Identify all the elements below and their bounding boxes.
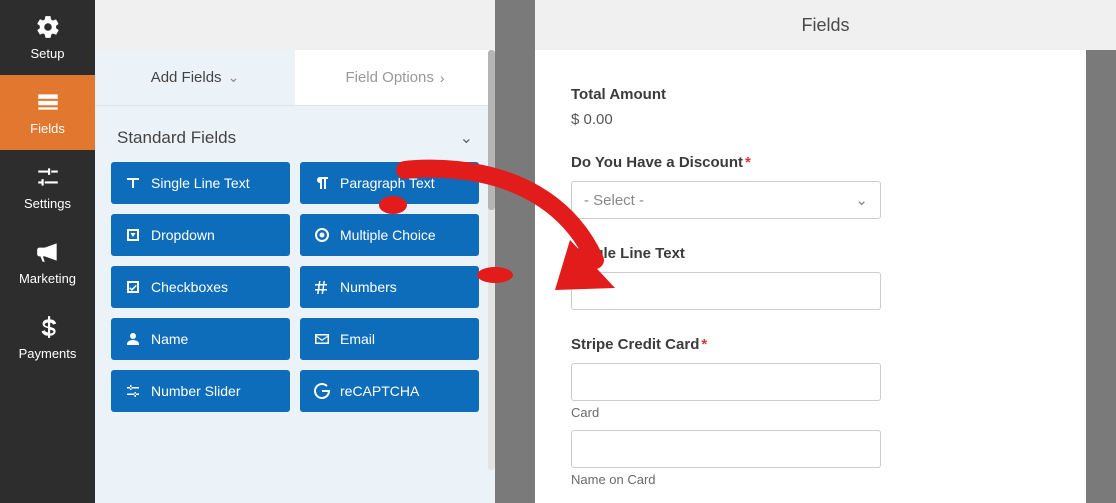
discount-label: Do You Have a Discount*: [571, 154, 1050, 171]
discount-select[interactable]: - Select - ⌄: [571, 181, 881, 219]
hash-icon: [314, 279, 330, 295]
bullhorn-icon: [35, 239, 61, 265]
total-amount-value: $ 0.00: [571, 111, 1050, 128]
user-icon: [125, 331, 141, 347]
field-btn-label: Numbers: [340, 279, 397, 295]
sidebar-item-marketing[interactable]: Marketing: [0, 225, 95, 300]
field-email[interactable]: Email: [300, 318, 479, 360]
field-checkboxes[interactable]: Checkboxes: [111, 266, 290, 308]
sidebar-item-label: Fields: [30, 121, 65, 136]
section-standard-fields[interactable]: Standard Fields ⌄: [95, 106, 495, 162]
tab-add-fields-label: Add Fields: [151, 69, 222, 86]
preview-pane: Fields Total Amount $ 0.00 Do You Have a…: [535, 0, 1116, 503]
field-btn-label: Checkboxes: [151, 279, 228, 295]
list-icon: [35, 89, 61, 115]
sidebar-item-label: Marketing: [19, 271, 76, 286]
checkbox-icon: [125, 279, 141, 295]
dollar-icon: [35, 314, 61, 340]
single-line-text-label: Single Line Text: [571, 245, 1050, 262]
required-asterisk: *: [745, 154, 751, 171]
radio-icon: [314, 227, 330, 243]
field-single-line-text[interactable]: Single Line Text: [111, 162, 290, 204]
field-btn-label: Single Line Text: [151, 175, 250, 191]
field-btn-label: Name: [151, 331, 188, 347]
tab-field-options[interactable]: Field Options ›: [295, 50, 495, 105]
panel-tabs: Add Fields ⌄ Field Options ›: [95, 50, 495, 106]
builder-panel: Add Fields ⌄ Field Options › Standard Fi…: [95, 0, 495, 503]
preview-card: Total Amount $ 0.00 Do You Have a Discou…: [535, 50, 1086, 503]
required-asterisk: *: [701, 336, 707, 353]
envelope-icon: [314, 331, 330, 347]
field-btn-label: Multiple Choice: [340, 227, 436, 243]
field-btn-label: Email: [340, 331, 375, 347]
chevron-down-icon: ⌄: [460, 128, 473, 148]
scrollbar[interactable]: [488, 50, 495, 470]
field-grid: Single Line Text Paragraph Text Dropdown…: [95, 162, 495, 428]
sidebar: Setup Fields Settings Marketing Payments: [0, 0, 95, 503]
field-numbers[interactable]: Numbers: [300, 266, 479, 308]
sidebar-item-label: Settings: [24, 196, 71, 211]
name-on-card-input[interactable]: [571, 430, 881, 468]
sliders-mini-icon: [125, 383, 141, 399]
panel-top-spacer: [95, 0, 495, 50]
field-number-slider[interactable]: Number Slider: [111, 370, 290, 412]
stripe-label: Stripe Credit Card*: [571, 336, 1050, 353]
sidebar-item-label: Payments: [19, 346, 77, 361]
sidebar-item-label: Setup: [31, 46, 65, 61]
field-btn-label: Paragraph Text: [340, 175, 435, 191]
chevron-right-icon: ›: [440, 70, 445, 86]
field-btn-label: Number Slider: [151, 383, 240, 399]
g-icon: [314, 383, 330, 399]
field-btn-label: Dropdown: [151, 227, 215, 243]
field-name[interactable]: Name: [111, 318, 290, 360]
sidebar-item-payments[interactable]: Payments: [0, 300, 95, 375]
tab-add-fields[interactable]: Add Fields ⌄: [95, 50, 295, 105]
sidebar-item-settings[interactable]: Settings: [0, 150, 95, 225]
field-multiple-choice[interactable]: Multiple Choice: [300, 214, 479, 256]
preview-header-label: Fields: [801, 15, 849, 36]
gear-icon: [35, 14, 61, 40]
card-sublabel: Card: [571, 405, 1050, 420]
field-dropdown[interactable]: Dropdown: [111, 214, 290, 256]
text-icon: [125, 175, 141, 191]
field-paragraph-text[interactable]: Paragraph Text: [300, 162, 479, 204]
sliders-icon: [35, 164, 61, 190]
chevron-down-icon: ⌄: [855, 191, 868, 209]
preview-header: Fields: [535, 0, 1116, 50]
caret-square-icon: [125, 227, 141, 243]
paragraph-icon: [314, 175, 330, 191]
scrollbar-thumb[interactable]: [488, 50, 495, 210]
divider: [495, 0, 535, 503]
single-line-text-input[interactable]: [571, 272, 881, 310]
chevron-down-icon: ⌄: [228, 69, 240, 86]
card-input[interactable]: [571, 363, 881, 401]
sidebar-item-setup[interactable]: Setup: [0, 0, 95, 75]
tab-field-options-label: Field Options: [345, 69, 433, 86]
section-title: Standard Fields: [117, 128, 236, 148]
field-recaptcha[interactable]: reCAPTCHA: [300, 370, 479, 412]
select-placeholder: - Select -: [584, 192, 644, 209]
total-amount-label: Total Amount: [571, 86, 1050, 103]
name-on-card-sublabel: Name on Card: [571, 472, 1050, 487]
sidebar-item-fields[interactable]: Fields: [0, 75, 95, 150]
field-btn-label: reCAPTCHA: [340, 383, 419, 399]
